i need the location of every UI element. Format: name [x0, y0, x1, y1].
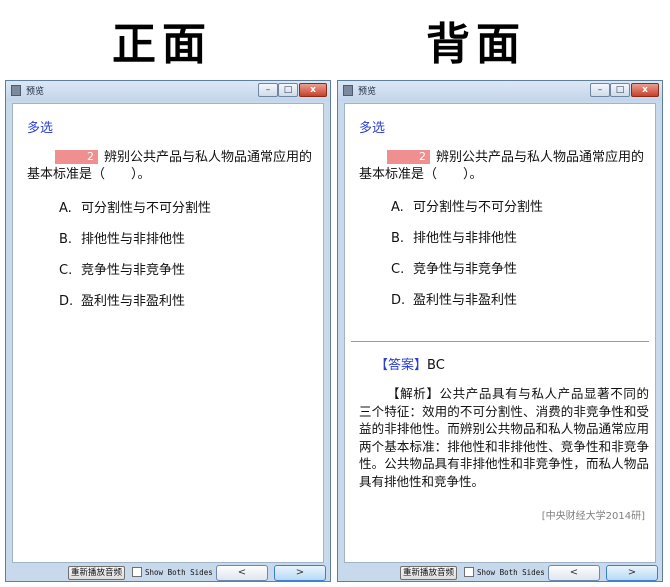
titlebar: 预览 – □ x [6, 81, 330, 101]
option-letter: C. [391, 262, 405, 277]
option-text: 可分割性与不可分割性 [413, 200, 544, 215]
window-title: 预览 [26, 87, 45, 97]
option-text: 排他性与非排他性 [413, 231, 518, 246]
app-icon [11, 85, 21, 96]
answer-tag: 【答案】 [375, 358, 428, 373]
replay-audio-button[interactable]: 重新播放音频 [400, 566, 458, 580]
close-button[interactable]: x [631, 83, 659, 97]
show-both-sides-checkbox[interactable] [464, 567, 474, 577]
answer-line: 【答案】BC [375, 354, 445, 373]
previous-button[interactable]: < [216, 565, 268, 581]
show-both-sides-checkbox[interactable] [132, 567, 142, 577]
close-button[interactable]: x [299, 83, 327, 97]
next-button[interactable]: > [606, 565, 658, 581]
bottom-toolbar: 重新播放音频 Show Both Sides < > [6, 565, 330, 581]
question-type: 多选 [27, 121, 54, 136]
answer-value: BC [427, 358, 445, 373]
option-a: A. 可分割性与不可分割性 [59, 197, 211, 216]
option-d: D. 盈利性与非盈利性 [59, 290, 185, 309]
question-number-badge: 2 [55, 150, 98, 164]
previous-button[interactable]: < [548, 565, 600, 581]
question-stem: 2 辨别公共产品与私人物品通常应用的基本标准是（ ）。 [27, 149, 315, 183]
front-preview-window: 预览 – □ x 多选 2 辨别公共产品与私人物品通常应用的基本标准是（ ）。 A… [5, 80, 331, 582]
option-b: B. 排他性与非排他性 [391, 227, 517, 246]
minimize-button[interactable]: – [590, 83, 610, 97]
front-heading: 正面 [112, 19, 212, 70]
option-letter: D. [59, 294, 74, 309]
titlebar: 预览 – □ x [338, 81, 662, 101]
option-text: 盈利性与非盈利性 [413, 293, 518, 308]
window-title: 预览 [358, 87, 377, 97]
question-number-badge: 2 [387, 150, 430, 164]
question-type: 多选 [359, 121, 386, 136]
option-letter: D. [391, 293, 406, 308]
app-icon [343, 85, 353, 96]
option-text: 竞争性与非竞争性 [81, 263, 186, 278]
source-note: [中央财经大学2014研] [541, 511, 645, 522]
analysis-tag: 【解析】 [387, 386, 440, 401]
show-both-sides-label[interactable]: Show Both Sides [477, 567, 545, 578]
option-c: C. 竞争性与非竞争性 [59, 259, 185, 278]
bottom-toolbar: 重新播放音频 Show Both Sides < > [338, 565, 662, 581]
option-letter: B. [59, 232, 73, 247]
question-stem: 2 辨别公共产品与私人物品通常应用的基本标准是（ ）。 [359, 149, 647, 183]
maximize-button[interactable]: □ [278, 83, 298, 97]
analysis-paragraph: 【解析】公共产品具有与私人产品显著不同的三个特征：效用的不可分割性、消费的非竞争… [359, 385, 649, 490]
option-text: 盈利性与非盈利性 [81, 294, 186, 309]
maximize-button[interactable]: □ [610, 83, 630, 97]
answer-divider [351, 341, 649, 342]
option-letter: B. [391, 231, 405, 246]
option-letter: A. [59, 201, 72, 216]
option-letter: C. [59, 263, 73, 278]
next-button[interactable]: > [274, 565, 326, 581]
minimize-button[interactable]: – [258, 83, 278, 97]
option-c: C. 竞争性与非竞争性 [391, 258, 517, 277]
card-content: 多选 2 辨别公共产品与私人物品通常应用的基本标准是（ ）。 A. 可分割性与不可分… [12, 103, 324, 563]
option-a: A. 可分割性与不可分割性 [391, 196, 543, 215]
back-heading: 背面 [426, 19, 526, 70]
option-b: B. 排他性与非排他性 [59, 228, 185, 247]
analysis-text: 公共产品具有与私人产品显著不同的三个特征：效用的不可分割性、消费的非竞争性和受益… [359, 386, 649, 489]
option-d: D. 盈利性与非盈利性 [391, 289, 517, 308]
replay-audio-button[interactable]: 重新播放音频 [68, 566, 126, 580]
show-both-sides-label[interactable]: Show Both Sides [145, 567, 213, 578]
card-content: 多选 2 辨别公共产品与私人物品通常应用的基本标准是（ ）。 A. 可分割性与不可分… [344, 103, 656, 563]
option-text: 排他性与非排他性 [81, 232, 186, 247]
option-letter: A. [391, 200, 404, 215]
back-preview-window: 预览 – □ x 多选 2 辨别公共产品与私人物品通常应用的基本标准是（ ）。 A… [337, 80, 663, 582]
option-text: 可分割性与不可分割性 [81, 201, 212, 216]
option-text: 竞争性与非竞争性 [413, 262, 518, 277]
